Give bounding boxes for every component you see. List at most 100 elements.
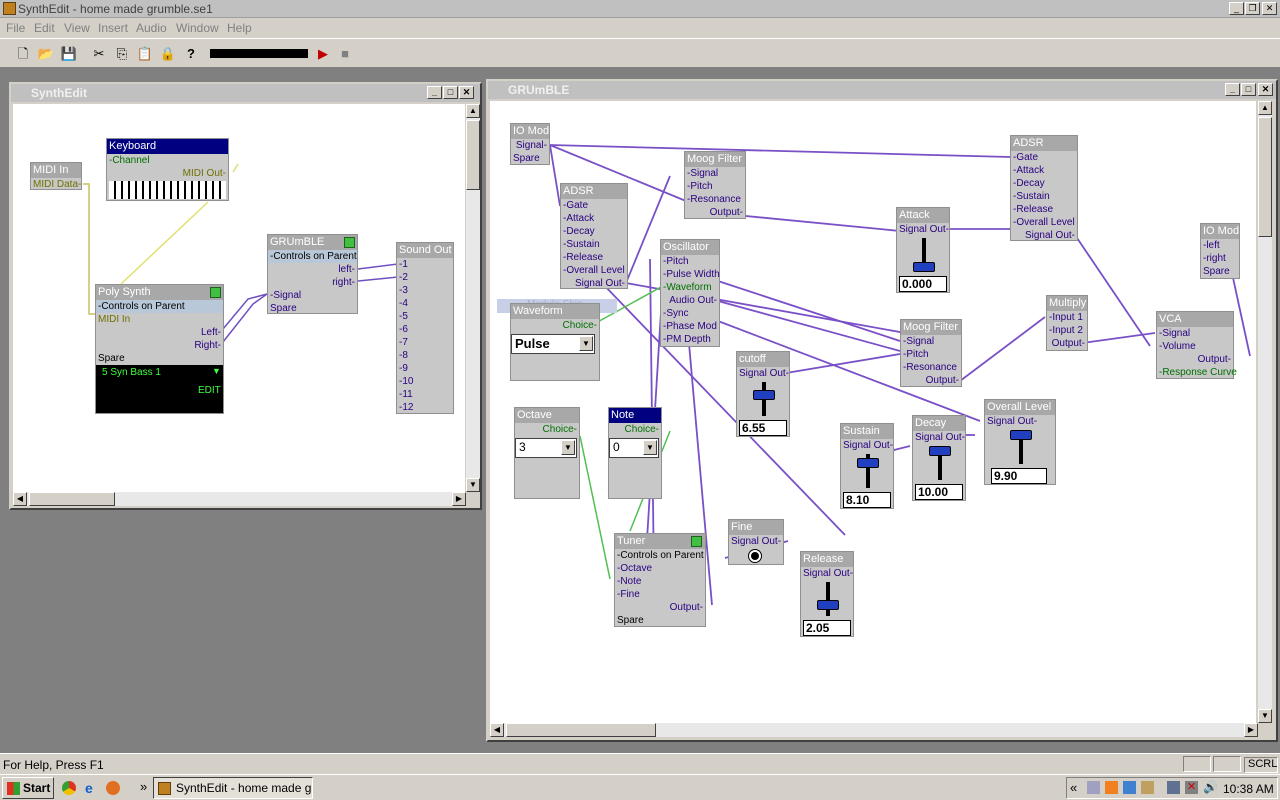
- waveform-select[interactable]: Pulse ▼: [511, 334, 595, 354]
- ie-icon[interactable]: e: [85, 780, 99, 796]
- oscillator-module[interactable]: Oscillator -Pitch -Pulse Width -Waveform…: [660, 239, 720, 347]
- left-canvas[interactable]: MIDI In MIDI Data- Keyboard -Channel MID…: [13, 104, 465, 492]
- help-icon[interactable]: ?: [182, 45, 200, 63]
- menu-edit[interactable]: Edit: [34, 21, 55, 35]
- keyboard-module[interactable]: Keyboard -Channel MIDI Out-: [106, 138, 229, 201]
- pin-attack[interactable]: -Attack: [1011, 164, 1077, 177]
- slider-knob[interactable]: [1010, 430, 1032, 440]
- pin-pitch[interactable]: -Pitch: [685, 180, 745, 193]
- pin-output[interactable]: Output-: [685, 206, 745, 219]
- vca-module[interactable]: VCA -Signal -Volume Output- -Response Cu…: [1156, 311, 1237, 379]
- pin-audio-out[interactable]: Audio Out-: [661, 294, 719, 307]
- multiply-module[interactable]: Multiply -Input 1 -Input 2 Output-: [1046, 295, 1088, 351]
- cutoff-module[interactable]: cutoff Signal Out- 6.55: [736, 351, 790, 437]
- pin-gate[interactable]: -Gate: [561, 199, 627, 212]
- network-icon[interactable]: [1167, 781, 1180, 794]
- scroll-up-icon[interactable]: ▲: [466, 104, 480, 118]
- minimize-icon[interactable]: _: [1225, 83, 1240, 96]
- scroll-up-icon[interactable]: ▲: [1258, 101, 1272, 115]
- pin-6[interactable]: -6: [397, 323, 453, 336]
- pin-right[interactable]: right-: [268, 276, 357, 289]
- chrome-icon[interactable]: [62, 781, 76, 795]
- pin-signal-out[interactable]: Signal Out-: [985, 415, 1055, 428]
- slider-knob[interactable]: [913, 262, 935, 272]
- minimize-icon[interactable]: _: [1229, 2, 1244, 15]
- pin-controls-on-parent[interactable]: -Controls on Parent: [96, 300, 223, 313]
- menu-view[interactable]: View: [64, 21, 90, 35]
- note-module[interactable]: Note Choice- 0 ▼: [608, 407, 662, 499]
- pin-sustain[interactable]: -Sustain: [561, 238, 627, 251]
- pin-signal[interactable]: -Signal: [685, 167, 745, 180]
- open-icon[interactable]: 📂: [37, 45, 55, 63]
- decay-module[interactable]: Decay Signal Out- 10.00: [912, 415, 966, 501]
- pin-signal-out[interactable]: Signal Out-: [897, 223, 949, 236]
- knob-icon[interactable]: [749, 550, 761, 562]
- pin-overall-level[interactable]: -Overall Level: [1011, 216, 1077, 229]
- chevron-down-icon[interactable]: ▼: [561, 440, 575, 455]
- cutoff-value[interactable]: 6.55: [739, 420, 787, 436]
- volume-icon[interactable]: 🔊: [1203, 780, 1218, 794]
- pin-spare[interactable]: Spare: [268, 302, 357, 315]
- pin-output[interactable]: Output-: [1157, 353, 1233, 366]
- pin-spare[interactable]: Spare: [1201, 265, 1239, 278]
- release-module[interactable]: Release Signal Out- 2.05: [800, 551, 854, 637]
- pin-decay[interactable]: -Decay: [1011, 177, 1077, 190]
- pin-attack[interactable]: -Attack: [561, 212, 627, 225]
- pin-overall-level[interactable]: -Overall Level: [561, 264, 627, 277]
- pin-11[interactable]: -11: [397, 388, 453, 401]
- pin-4[interactable]: -4: [397, 297, 453, 310]
- copy-icon[interactable]: ⎘: [113, 45, 131, 63]
- slider-knob[interactable]: [817, 600, 839, 610]
- right-canvas[interactable]: IO Mod Signal- Spare ADSR -Gate -Attack …: [490, 101, 1256, 723]
- close-icon[interactable]: ✕: [1262, 2, 1277, 15]
- pin-response-curve[interactable]: -Response Curve: [1157, 366, 1237, 379]
- save-icon[interactable]: 💾: [60, 45, 78, 63]
- close-icon[interactable]: ✕: [1258, 83, 1273, 96]
- pin-right[interactable]: Right-: [96, 339, 223, 352]
- release-value[interactable]: 2.05: [803, 620, 851, 636]
- pin-input-2[interactable]: -Input 2: [1047, 324, 1087, 337]
- pin-signal-out[interactable]: Signal Out-: [1011, 229, 1077, 242]
- menu-help[interactable]: Help: [227, 21, 252, 35]
- pin-signal-out[interactable]: Signal Out-: [737, 367, 789, 380]
- pin-output[interactable]: Output-: [1047, 337, 1087, 350]
- menu-audio[interactable]: Audio: [136, 21, 167, 35]
- scroll-thumb[interactable]: [506, 723, 656, 737]
- pin-choice[interactable]: Choice-: [515, 423, 579, 436]
- pin-signal-out[interactable]: Signal Out-: [561, 277, 627, 290]
- pin-1[interactable]: -1: [397, 258, 453, 271]
- overall-level-module[interactable]: Overall Level Signal Out- 9.90: [984, 399, 1056, 485]
- pin-spare[interactable]: Spare: [615, 614, 705, 627]
- pin-left[interactable]: left-: [268, 263, 357, 276]
- start-button[interactable]: Start: [2, 777, 54, 799]
- scroll-thumb[interactable]: [29, 492, 115, 506]
- decay-value[interactable]: 10.00: [915, 484, 963, 500]
- paste-icon[interactable]: 📋: [136, 45, 154, 63]
- close-icon[interactable]: ✕: [459, 86, 474, 99]
- minimize-icon[interactable]: _: [427, 86, 442, 99]
- adsr-module[interactable]: ADSR -Gate -Attack -Decay -Sustain -Rele…: [560, 183, 628, 289]
- pin-resonance[interactable]: -Resonance: [901, 361, 961, 374]
- vertical-scrollbar[interactable]: ▲ ▼: [466, 104, 480, 492]
- pin-9[interactable]: -9: [397, 362, 453, 375]
- new-icon[interactable]: 🗋: [14, 45, 32, 63]
- tray-icon[interactable]: [1105, 781, 1118, 794]
- scroll-thumb[interactable]: [1258, 117, 1272, 237]
- scroll-right-icon[interactable]: ▶: [1244, 723, 1258, 737]
- scroll-down-icon[interactable]: ▼: [466, 478, 480, 492]
- edit-button[interactable]: EDIT: [198, 385, 221, 396]
- pin-note[interactable]: -Note: [615, 575, 705, 588]
- moog-filter-module[interactable]: Moog Filter -Signal -Pitch -Resonance Ou…: [900, 319, 962, 387]
- pin-resonance[interactable]: -Resonance: [685, 193, 745, 206]
- pin-channel[interactable]: -Channel: [107, 154, 228, 167]
- pin-signal[interactable]: -Signal: [268, 289, 357, 302]
- pin-sync[interactable]: -Sync: [661, 307, 719, 320]
- slider-knob[interactable]: [857, 458, 879, 468]
- cut-icon[interactable]: ✂: [90, 45, 108, 63]
- pin-midi-in[interactable]: MIDI In: [96, 313, 223, 326]
- pin-spare[interactable]: Spare: [511, 152, 549, 165]
- pin-fine[interactable]: -Fine: [615, 588, 705, 601]
- pin-controls-on-parent[interactable]: -Controls on Parent: [268, 250, 357, 263]
- menu-insert[interactable]: Insert: [98, 21, 128, 35]
- pin-pitch[interactable]: -Pitch: [661, 255, 719, 268]
